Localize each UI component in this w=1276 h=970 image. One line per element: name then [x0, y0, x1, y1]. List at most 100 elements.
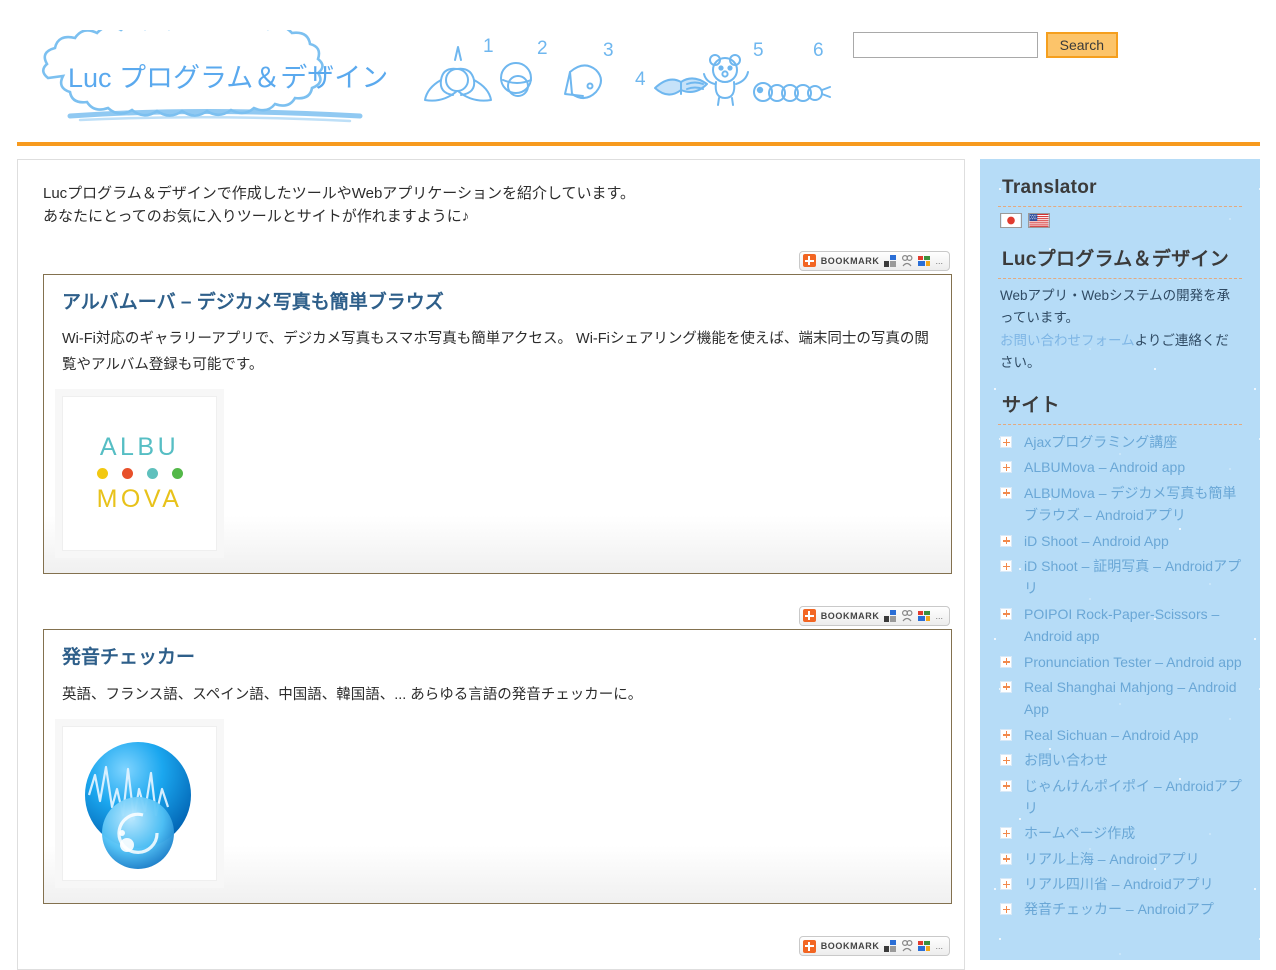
addthis-more[interactable]: ...: [935, 611, 943, 621]
article-card: 発音チェッカー 英語、フランス語、スペイン語、中国語、韓国語、... あらゆる言…: [43, 629, 952, 904]
contact-form-link[interactable]: お問い合わせフォーム: [1000, 333, 1135, 348]
list-item[interactable]: Pronunciation Tester – Android app: [998, 651, 1242, 676]
share-squares-icon[interactable]: [884, 940, 896, 952]
list-item[interactable]: ALBUMova – デジカメ写真も簡単ブラウズ – Androidアプリ: [998, 482, 1242, 530]
bullet-plus-icon: [1000, 436, 1012, 448]
main-content: Lucプログラム＆デザインで作成したツールやWebアプリケーションを紹介していま…: [17, 159, 965, 970]
addthis-more[interactable]: ...: [935, 256, 943, 266]
article-body: 英語、フランス語、スペイン語、中国語、韓国語、... あらゆる言語の発音チェッカ…: [44, 677, 951, 712]
pronunciation-checker-logo[interactable]: [62, 726, 217, 881]
site-link[interactable]: Ajaxプログラミング講座: [1024, 434, 1177, 450]
list-item[interactable]: POIPOI Rock-Paper-Scissors – Android app: [998, 603, 1242, 651]
share-colors-icon[interactable]: [918, 940, 930, 952]
site-link[interactable]: ALBUMova – デジカメ写真も簡単ブラウズ – Androidアプリ: [1024, 485, 1236, 523]
bookmark-plus-icon: [803, 609, 816, 622]
bullet-plus-icon: [1000, 487, 1012, 499]
list-item[interactable]: Real Shanghai Mahjong – Android App: [998, 676, 1242, 724]
bookmark-bar: BOOKMARK ...: [43, 936, 952, 956]
list-item[interactable]: リアル上海 – Androidアプリ: [998, 848, 1242, 873]
search-input[interactable]: [853, 32, 1038, 58]
share-network-icon[interactable]: [901, 940, 913, 952]
list-item[interactable]: iD Shoot – 証明写真 – Androidアプリ: [998, 555, 1242, 603]
addthis-more[interactable]: ...: [935, 941, 943, 951]
list-item[interactable]: ホームページ作成: [998, 822, 1242, 847]
logo-cloud-graphic: Luc プログラム＆デザイン: [30, 30, 410, 125]
logo-text: Luc プログラム＆デザイン: [68, 63, 388, 93]
addthis-label: BOOKMARK: [821, 611, 880, 621]
site-link[interactable]: お問い合わせ: [1024, 752, 1108, 768]
japan-flag[interactable]: [1000, 213, 1022, 228]
search-button[interactable]: Search: [1046, 32, 1118, 58]
list-item[interactable]: iD Shoot – Android App: [998, 530, 1242, 555]
article-title[interactable]: アルバムーバ – デジカメ写真も簡単ブラウズ: [44, 275, 951, 322]
site-link[interactable]: 発音チェッカー – Androidアプ: [1024, 901, 1214, 917]
site-link[interactable]: Real Sichuan – Android App: [1024, 727, 1198, 743]
albumova-logo[interactable]: ALBU MOVA: [62, 396, 217, 551]
site-link[interactable]: リアル上海 – Androidアプリ: [1024, 851, 1200, 867]
pinwheel-doodle: [425, 47, 491, 101]
article-title[interactable]: 発音チェッカー: [44, 630, 951, 677]
bookmark-plus-icon: [803, 254, 816, 267]
bullet-plus-icon: [1000, 754, 1012, 766]
usa-flag[interactable]: [1028, 213, 1050, 228]
list-item[interactable]: リアル四川省 – Androidアプリ: [998, 873, 1242, 898]
addthis-bookmark-widget[interactable]: BOOKMARK ...: [799, 936, 950, 956]
bear-doodle: [704, 55, 748, 105]
list-item[interactable]: お問い合わせ: [998, 749, 1242, 774]
list-item[interactable]: じゃんけんポイポイ – Androidアプリ: [998, 775, 1242, 823]
list-item[interactable]: ALBUMova – Android app: [998, 456, 1242, 481]
share-network-icon[interactable]: [901, 255, 913, 267]
search-form[interactable]: Search: [853, 32, 1118, 58]
albumova-dots: [97, 468, 183, 479]
widget-translator: Translator: [998, 177, 1242, 228]
widget-body: Webアプリ・Webシステムの開発を承っています。 お問い合わせフォームよりご連…: [998, 285, 1242, 374]
site-link[interactable]: じゃんけんポイポイ – Androidアプリ: [1024, 778, 1242, 816]
albumova-bottom-text: MOVA: [97, 485, 183, 514]
svg-text:6: 6: [813, 40, 824, 61]
list-item[interactable]: Real Sichuan – Android App: [998, 724, 1242, 749]
bookmark-plus-icon: [803, 940, 816, 953]
list-item[interactable]: 発音チェッカー – Androidアプ: [998, 898, 1242, 923]
widget-title: サイト: [998, 390, 1242, 425]
site-link[interactable]: ホームページ作成: [1024, 825, 1135, 841]
article-media: [44, 712, 951, 903]
circles-doodle: [501, 63, 531, 96]
svg-text:3: 3: [603, 40, 614, 61]
bullet-plus-icon: [1000, 729, 1012, 741]
bullet-plus-icon: [1000, 681, 1012, 693]
share-squares-icon[interactable]: [884, 255, 896, 267]
site-link[interactable]: POIPOI Rock-Paper-Scissors – Android app: [1024, 606, 1219, 644]
site-link[interactable]: Pronunciation Tester – Android app: [1024, 654, 1242, 670]
site-link[interactable]: Real Shanghai Mahjong – Android App: [1024, 679, 1237, 717]
svg-text:5: 5: [753, 40, 764, 61]
addthis-bookmark-widget[interactable]: BOOKMARK ...: [799, 251, 950, 271]
translator-flags: [998, 213, 1242, 228]
site-link[interactable]: リアル四川省 – Androidアプリ: [1024, 876, 1214, 892]
svg-text:1: 1: [483, 36, 494, 57]
bullet-plus-icon: [1000, 827, 1012, 839]
bullet-plus-icon: [1000, 608, 1012, 620]
site-header: Luc プログラム＆デザイン 1: [0, 0, 1276, 145]
page-body: Lucプログラム＆デザインで作成したツールやWebアプリケーションを紹介していま…: [0, 145, 1276, 929]
intro-text: Lucプログラム＆デザインで作成したツールやWebアプリケーションを紹介していま…: [43, 182, 952, 229]
cube-doodle: [565, 65, 601, 98]
site-link[interactable]: iD Shoot – 証明写真 – Androidアプリ: [1024, 558, 1241, 596]
addthis-label: BOOKMARK: [821, 256, 880, 266]
bookmark-bar: BOOKMARK ...: [43, 251, 952, 271]
site-link[interactable]: iD Shoot – Android App: [1024, 533, 1169, 549]
share-colors-icon[interactable]: [918, 255, 930, 267]
site-link[interactable]: ALBUMova – Android app: [1024, 459, 1185, 475]
list-item[interactable]: Ajaxプログラミング講座: [998, 431, 1242, 456]
share-network-icon[interactable]: [901, 610, 913, 622]
share-colors-icon[interactable]: [918, 610, 930, 622]
addthis-bookmark-widget[interactable]: BOOKMARK ...: [799, 606, 950, 626]
bullet-plus-icon: [1000, 853, 1012, 865]
bullet-plus-icon: [1000, 560, 1012, 572]
site-logo[interactable]: Luc プログラム＆デザイン: [30, 30, 410, 125]
widget-title: Translator: [998, 177, 1242, 207]
bullet-plus-icon: [1000, 656, 1012, 668]
bookmark-bar: BOOKMARK ...: [43, 606, 952, 626]
article-body: Wi-Fi対応のギャラリーアプリで、デジカメ写真もスマホ写真も簡単アクセス。 W…: [44, 321, 951, 382]
widget-sites: サイト Ajaxプログラミング講座 ALBUMova – Android app…: [998, 390, 1242, 924]
share-squares-icon[interactable]: [884, 610, 896, 622]
